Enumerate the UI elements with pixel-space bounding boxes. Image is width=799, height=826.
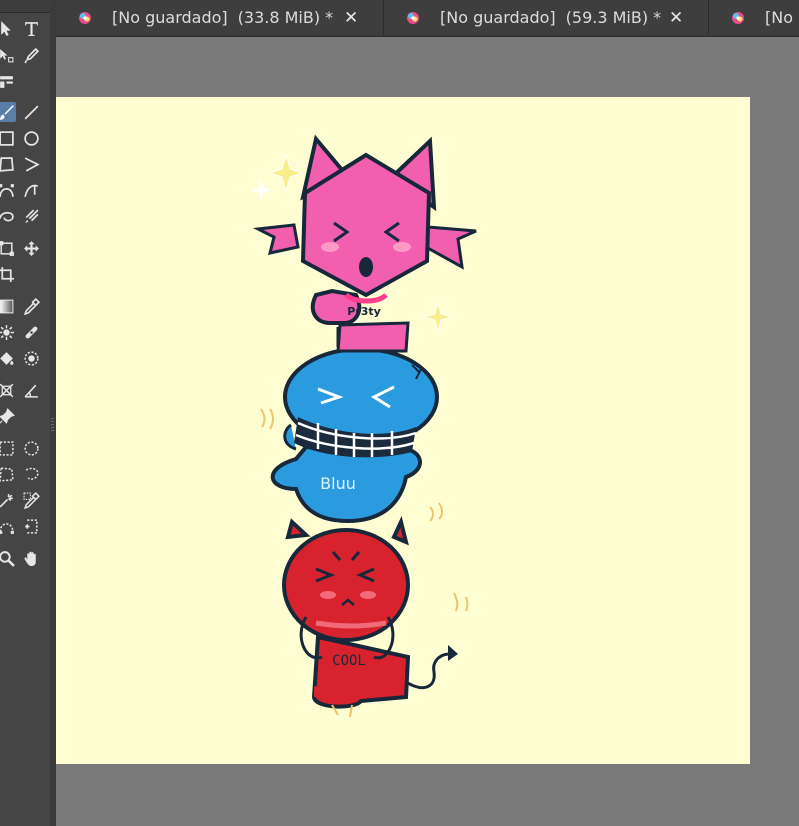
- vector-select-tool-icon[interactable]: [0, 45, 16, 65]
- character-label-bluu: Bluu: [320, 474, 356, 493]
- move-layer-tool-icon[interactable]: [21, 238, 41, 258]
- line-tool-icon[interactable]: [21, 102, 41, 122]
- magnetic-select-tool-icon[interactable]: [21, 516, 41, 536]
- bezier-tool-icon[interactable]: [0, 180, 16, 200]
- pan-tool-icon[interactable]: [21, 548, 41, 568]
- move-tool-icon[interactable]: [0, 18, 16, 38]
- toolbox-resize-grip[interactable]: [51, 418, 54, 432]
- artwork: COOL Bluu Pr3ty: [250, 134, 477, 718]
- multibrush-tool-icon[interactable]: [21, 206, 41, 226]
- rectangle-tool-icon[interactable]: [0, 128, 16, 148]
- color-picker-tool-icon[interactable]: [21, 296, 41, 316]
- zoom-tool-icon[interactable]: [0, 548, 16, 568]
- polygon-tool-icon[interactable]: [0, 154, 16, 174]
- image-icon: [407, 11, 419, 24]
- character-label-cool: COOL: [332, 653, 366, 669]
- dynamic-brush-tool-icon[interactable]: [0, 206, 16, 226]
- reference-image-tool-icon[interactable]: [0, 406, 16, 426]
- smart-patch-tool-icon[interactable]: [21, 322, 41, 342]
- bezier-select-tool-icon[interactable]: [0, 516, 16, 536]
- colorize-mask-tool-icon[interactable]: [0, 322, 16, 342]
- freehand-path-tool-icon[interactable]: [21, 180, 41, 200]
- tab-title: [No guardado]: [112, 8, 228, 27]
- tab-file-size: (33.8 MiB) *: [237, 8, 334, 27]
- close-tab-icon[interactable]: ✕: [344, 8, 358, 28]
- tab-title: [No guardado]: [440, 8, 556, 27]
- document-tab-1[interactable]: [No guardado] (33.8 MiB) * ✕: [56, 0, 384, 35]
- transform-tool-icon[interactable]: [0, 238, 16, 258]
- ellipse-tool-icon[interactable]: [21, 128, 41, 148]
- enclose-fill-tool-icon[interactable]: [21, 348, 41, 368]
- freehand-select-tool-icon[interactable]: [21, 464, 41, 484]
- gradient-tool-icon[interactable]: [0, 296, 16, 316]
- fill-tool-icon[interactable]: [0, 348, 16, 368]
- polyline-tool-icon[interactable]: [21, 154, 41, 174]
- similar-select-tool-icon[interactable]: [21, 490, 41, 510]
- image-icon: [79, 11, 91, 24]
- drawing-canvas[interactable]: COOL Bluu Pr3ty: [56, 97, 750, 764]
- document-tab-3[interactable]: [No g: [709, 0, 799, 35]
- tab-title: [No g: [765, 8, 799, 27]
- rect-select-tool-icon[interactable]: [0, 438, 16, 458]
- assistant-tool-icon[interactable]: [0, 380, 16, 400]
- contiguous-select-tool-icon[interactable]: [0, 490, 16, 510]
- character-label-pr3ty: Pr3ty: [347, 305, 381, 318]
- measure-tool-icon[interactable]: [21, 380, 41, 400]
- blue-character: Bluu: [260, 347, 439, 524]
- brush-tool-icon[interactable]: [0, 102, 16, 122]
- polygon-select-tool-icon[interactable]: [0, 464, 16, 484]
- toolbox-panel: [0, 0, 50, 826]
- crop-tool-icon[interactable]: [0, 264, 16, 284]
- tab-file-size: (59.3 MiB) *: [565, 8, 662, 27]
- calligraphy-tool-icon[interactable]: [21, 45, 41, 65]
- ellipse-select-tool-icon[interactable]: [21, 438, 41, 458]
- toolbox-title-bar[interactable]: [0, 0, 50, 13]
- red-devil-character: COOL: [282, 502, 469, 718]
- image-icon: [732, 11, 744, 24]
- text-tool-icon[interactable]: [21, 18, 41, 38]
- close-tab-icon[interactable]: ✕: [669, 8, 683, 28]
- document-tab-2[interactable]: [No guardado] (59.3 MiB) * ✕: [384, 0, 709, 35]
- document-tab-bar: [No guardado] (33.8 MiB) * ✕ [No guardad…: [56, 0, 799, 37]
- fill-vector-tool-icon[interactable]: [0, 71, 16, 91]
